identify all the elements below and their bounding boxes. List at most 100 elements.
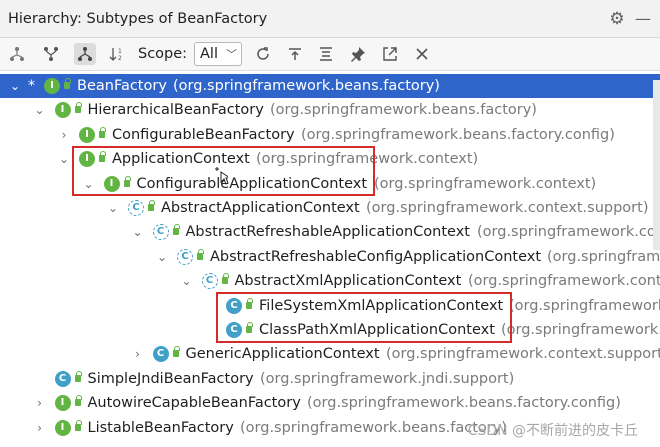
package-name: (org.springframework.context.support) xyxy=(501,322,660,338)
package-name: (org.springframework.beans.factory.confi… xyxy=(307,395,621,412)
class-icon: C xyxy=(226,322,242,338)
tree-row[interactable]: ⌄ I ConfigurableApplicationContext (org.spr… xyxy=(0,172,660,196)
tree-row[interactable]: ⌄ C AbstractApplicationContext (org.springf… xyxy=(0,196,660,220)
tree-row[interactable]: C SimpleJndiBeanFactory (org.springframewo… xyxy=(0,367,660,391)
type-name: AbstractRefreshableConfigApplicationCont… xyxy=(210,248,542,265)
public-lock-icon xyxy=(246,297,253,309)
scope-select[interactable]: All ﹀ xyxy=(194,42,242,66)
title-bar: Hierarchy: Subtypes of BeanFactory ⚙ — xyxy=(0,0,660,38)
interface-icon: I xyxy=(79,126,95,143)
subtypes-hierarchy-icon[interactable] xyxy=(40,43,62,65)
chevron-right-icon[interactable]: › xyxy=(57,127,71,143)
tree-row[interactable]: C ClassPathXmlApplicationContext (org.spri… xyxy=(0,318,660,342)
type-name: GenericApplicationContext xyxy=(185,346,380,363)
chevron-down-icon[interactable]: ⌄ xyxy=(82,176,96,192)
interface-icon: I xyxy=(54,102,71,119)
package-name: (org.springframework.context.support) xyxy=(547,248,660,265)
chevron-down-icon[interactable]: ⌄ xyxy=(57,151,71,167)
tree-row[interactable]: ⌄ I HierarchicalBeanFactory (org.springfram… xyxy=(0,98,660,122)
chevron-down-icon[interactable]: ⌄ xyxy=(155,249,169,265)
package-name: (org.springframework.context) xyxy=(374,175,597,192)
type-name: FileSystemXmlApplicationContext xyxy=(259,297,504,314)
public-lock-icon xyxy=(99,151,106,163)
svg-text:2: 2 xyxy=(118,55,122,62)
chevron-down-icon[interactable]: ⌄ xyxy=(8,78,22,94)
public-lock-icon xyxy=(172,346,180,358)
tree-row[interactable]: ⌄ C AbstractRefreshableConfigApplicationCo… xyxy=(0,245,660,269)
chevron-right-icon[interactable]: › xyxy=(33,420,47,436)
tree-row[interactable]: C FileSystemXmlApplicationContext (org.spr… xyxy=(0,294,660,318)
type-name: ClassPathXmlApplicationContext xyxy=(259,322,495,338)
chevron-down-icon[interactable]: ⌄ xyxy=(131,224,145,240)
chevron-down-icon[interactable]: ⌄ xyxy=(180,273,194,289)
public-lock-icon xyxy=(74,419,82,431)
type-name: AutowireCapableBeanFactory xyxy=(87,395,301,412)
public-lock-icon xyxy=(123,175,131,187)
tree-row[interactable]: ⌄ I ApplicationContext (org.springframework… xyxy=(0,147,660,171)
package-name: (org.springframework.context) xyxy=(256,151,479,168)
abstract-class-icon: C xyxy=(152,224,169,241)
public-lock-icon xyxy=(172,224,180,236)
class-icon: C xyxy=(226,297,242,314)
public-lock-icon xyxy=(64,78,71,89)
public-lock-icon xyxy=(148,200,155,211)
class-hierarchy-icon[interactable] xyxy=(74,43,96,65)
interface-icon: I xyxy=(54,395,71,412)
type-name: ConfigurableBeanFactory xyxy=(112,126,295,143)
supertypes-hierarchy-icon[interactable] xyxy=(6,43,28,65)
type-name: AbstractXmlApplicationContext xyxy=(234,273,462,290)
public-lock-icon xyxy=(197,248,204,260)
public-lock-icon xyxy=(99,126,106,138)
tree-row[interactable]: › I ConfigurableBeanFactory (org.springfram… xyxy=(0,123,660,147)
interface-icon: I xyxy=(54,419,71,436)
class-icon: C xyxy=(152,346,169,363)
package-name: (org.springframework.beans.factory) xyxy=(270,102,537,119)
type-name: ApplicationContext xyxy=(112,151,250,168)
chevron-right-icon[interactable]: › xyxy=(33,395,47,411)
svg-text:1: 1 xyxy=(118,48,122,55)
abstract-class-icon: C xyxy=(201,273,218,290)
tree-row[interactable]: › C GenericApplicationContext (org.springfr… xyxy=(0,342,660,366)
hierarchy-tree: ⌄ * I BeanFactory (org.springframework.beans… xyxy=(0,71,660,447)
package-name: (org.springframework.beans.factory) xyxy=(173,78,440,94)
public-lock-icon xyxy=(74,370,82,382)
public-lock-icon xyxy=(246,322,253,333)
tree-row[interactable]: › I AutowireCapableBeanFactory (org.springf… xyxy=(0,391,660,415)
expand-all-icon[interactable] xyxy=(315,43,337,65)
export-icon[interactable] xyxy=(284,43,306,65)
class-icon: C xyxy=(54,370,71,387)
package-name: (org.springframework.context.support) xyxy=(468,273,660,290)
type-name: BeanFactory xyxy=(77,78,167,94)
chevron-right-icon[interactable]: › xyxy=(131,346,145,362)
vertical-scrollbar[interactable] xyxy=(653,80,660,250)
package-name: (org.springframework.context.support) xyxy=(366,200,649,216)
tree-row[interactable]: ⌄ * I BeanFactory (org.springframework.beans… xyxy=(0,74,660,98)
mouse-cursor-icon xyxy=(215,167,228,185)
refresh-icon[interactable] xyxy=(252,43,274,65)
chevron-down-icon[interactable]: ⌄ xyxy=(106,200,120,216)
star-marker: * xyxy=(28,78,35,94)
chevron-down-icon: ﹀ xyxy=(226,48,237,61)
chevron-down-icon[interactable]: ⌄ xyxy=(33,102,47,118)
interface-icon: I xyxy=(79,151,95,168)
close-icon[interactable] xyxy=(411,43,433,65)
scope-label: Scope: xyxy=(138,46,188,62)
package-name: (org.springframework.jndi.support) xyxy=(260,370,515,387)
interface-icon: I xyxy=(44,78,60,94)
sort-alphabetically-icon[interactable]: 12 xyxy=(106,43,128,65)
type-name: AbstractRefreshableApplicationContext xyxy=(185,224,471,241)
abstract-class-icon: C xyxy=(128,200,144,216)
package-name: (org.springframework.context.support) xyxy=(477,224,660,241)
package-name: (org.springframework.context.support) xyxy=(386,346,660,363)
public-lock-icon xyxy=(74,102,82,114)
hierarchy-toolbar: 12 Scope: All ﹀ xyxy=(0,38,660,71)
tree-row[interactable]: ⌄ C AbstractXmlApplicationContext (org.spri… xyxy=(0,269,660,293)
scope-value: All xyxy=(200,46,218,62)
abstract-class-icon: C xyxy=(177,248,193,265)
open-in-editor-icon[interactable] xyxy=(379,43,401,65)
public-lock-icon xyxy=(221,273,229,285)
gear-icon[interactable]: ⚙ xyxy=(607,9,627,29)
pin-icon[interactable] xyxy=(347,43,369,65)
tree-row[interactable]: ⌄ C AbstractRefreshableApplicationContext (… xyxy=(0,220,660,244)
minus-icon[interactable]: — xyxy=(634,9,652,29)
